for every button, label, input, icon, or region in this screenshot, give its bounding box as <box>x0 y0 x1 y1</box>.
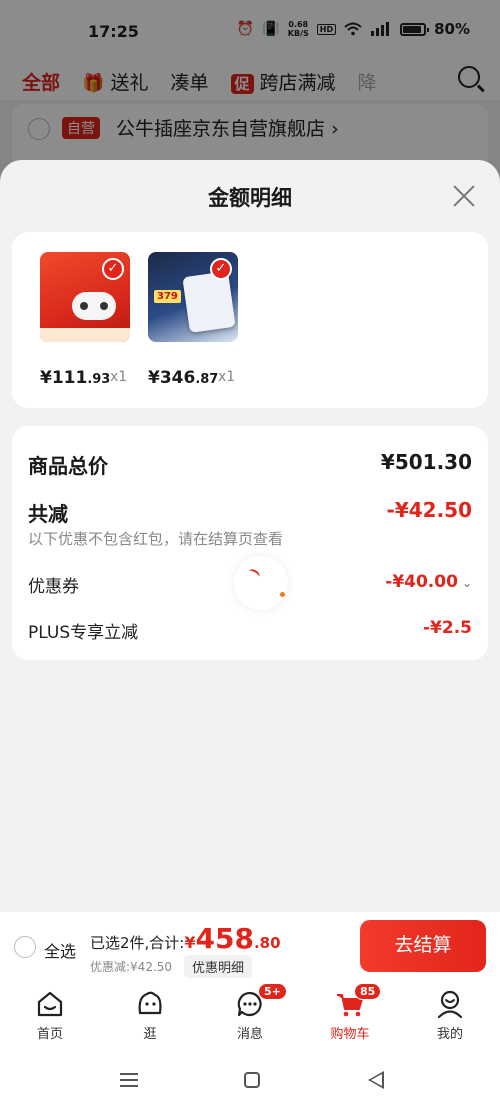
back-icon[interactable] <box>368 1071 384 1089</box>
product-price-int: ¥111 <box>40 368 88 388</box>
product-item[interactable]: 379 ✓ ¥346.87 x1 <box>148 252 238 388</box>
total-dec: .80 <box>253 934 281 952</box>
close-icon[interactable] <box>452 184 476 208</box>
total-reduction-value: -¥42.50 <box>386 498 472 522</box>
total-int: 458 <box>195 922 254 955</box>
product-image: ✓ <box>40 252 130 342</box>
browse-face-icon <box>138 991 162 1015</box>
selected-count-text: 已选2件,合计: <box>90 934 185 952</box>
nav-label: 首页 <box>36 1027 63 1042</box>
product-image-price-tag: 379 <box>154 290 181 303</box>
checkout-total: ¥458.80 <box>184 922 281 955</box>
recent-apps-icon[interactable] <box>120 1073 138 1087</box>
coupon-label: 优惠券 <box>28 577 79 597</box>
checkout-button[interactable]: 去结算 <box>360 920 486 972</box>
coupon-amount: -¥40.00 <box>385 572 458 592</box>
system-nav-bar <box>0 1047 500 1111</box>
product-price-int: ¥346 <box>148 368 196 388</box>
product-price-dec: .93 <box>87 372 111 387</box>
total-currency: ¥ <box>184 933 196 952</box>
nav-item-browse[interactable]: 逛 <box>100 981 200 1047</box>
nav-item-cart[interactable]: 85 购物车 <box>300 981 400 1047</box>
checkmark-icon: ✓ <box>102 258 124 280</box>
product-image-strip <box>40 328 130 342</box>
product-price: ¥111.93 <box>40 368 110 388</box>
price-summary-card: 商品总价 ¥501.30 共减 -¥42.50 以下优惠不包含红包，请在结算页查… <box>12 426 488 660</box>
nav-label: 逛 <box>143 1027 157 1042</box>
cart-badge: 85 <box>354 983 382 1000</box>
select-all-radio[interactable] <box>14 936 36 958</box>
bottom-nav: 首页 逛 5+ 消息 85 购物车 我的 <box>0 981 500 1047</box>
products-card: ✓ ¥111.93 x1 379 ✓ ¥346.87 x1 <box>12 232 488 408</box>
home-icon <box>37 991 63 1017</box>
nav-item-profile[interactable]: 我的 <box>400 981 500 1047</box>
product-image: 379 ✓ <box>148 252 238 342</box>
gamepad-icon <box>72 292 116 320</box>
product-item[interactable]: ✓ ¥111.93 x1 <box>40 252 130 388</box>
total-reduction-label: 共减 <box>28 502 68 526</box>
product-price-dec: .87 <box>195 372 219 387</box>
nav-label: 我的 <box>436 1027 463 1042</box>
chevron-down-icon: ⌄ <box>461 576 472 590</box>
plus-discount-value: -¥2.5 <box>423 618 472 638</box>
plus-discount-label: PLUS专享立减 <box>28 623 139 643</box>
ssd-drive-icon <box>182 271 236 333</box>
checkmark-icon: ✓ <box>210 258 232 280</box>
message-badge: 5+ <box>258 983 287 1000</box>
select-all-label[interactable]: 全选 <box>44 938 76 962</box>
product-qty: x1 <box>110 369 128 385</box>
nav-item-home[interactable]: 首页 <box>0 981 100 1047</box>
selected-summary: 已选2件,合计:¥458.80 <box>90 922 281 955</box>
total-price-value: ¥501.30 <box>380 450 472 474</box>
amount-detail-sheet: 金额明细 ✓ ¥111.93 x1 379 ✓ ¥346.87 x1 商品总价 … <box>0 160 500 911</box>
total-price-label: 商品总价 <box>28 454 108 478</box>
profile-icon <box>437 990 463 1019</box>
product-price: ¥346.87 <box>148 368 218 388</box>
coupon-value[interactable]: -¥40.00 ⌄ <box>385 572 472 592</box>
nav-label: 购物车 <box>330 1027 370 1042</box>
nav-label: 消息 <box>236 1027 263 1042</box>
sheet-title: 金额明细 <box>208 186 292 210</box>
loading-spinner <box>234 556 288 610</box>
reduction-note: 以下优惠不包含红包，请在结算页查看 <box>28 530 284 548</box>
nav-item-messages[interactable]: 5+ 消息 <box>200 981 300 1047</box>
product-qty: x1 <box>218 369 236 385</box>
checkout-bar: 全选 已选2件,合计:¥458.80 优惠减:¥42.50 优惠明细 去结算 <box>0 911 500 981</box>
discount-text: 优惠减:¥42.50 <box>90 960 173 974</box>
home-button-icon[interactable] <box>244 1072 260 1088</box>
discount-detail-button[interactable]: 优惠明细 <box>184 955 253 978</box>
